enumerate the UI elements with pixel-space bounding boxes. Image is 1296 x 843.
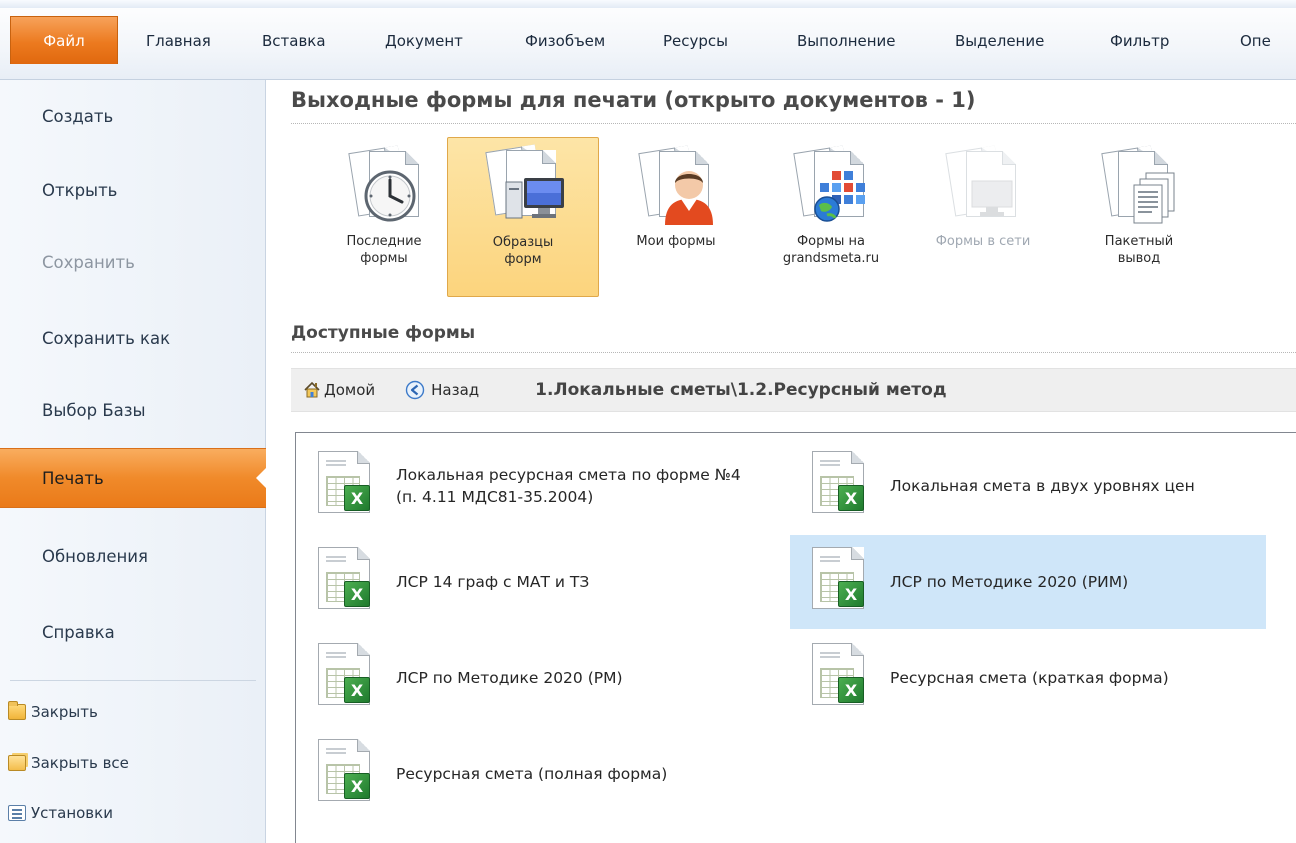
nav-close[interactable]: Закрыть — [8, 697, 98, 727]
form-item[interactable]: X Ресурсная смета (краткая форма) — [790, 631, 1266, 725]
user-icon — [631, 143, 721, 227]
ribbon-top-strip — [0, 0, 1296, 8]
nav-help[interactable]: Справка — [0, 602, 264, 662]
home-link[interactable]: Домой — [303, 381, 375, 399]
active-pointer-notch — [256, 467, 267, 489]
nav-open[interactable]: Открыть — [0, 160, 264, 220]
available-divider — [291, 352, 1296, 353]
excel-file-icon: X — [812, 547, 874, 617]
web-forms-label: Формы на grandsmeta.ru — [782, 234, 880, 266]
web-forms-icon — [786, 143, 876, 227]
nav-settings[interactable]: Установки — [8, 798, 113, 828]
nav-create[interactable]: Создать — [0, 86, 264, 146]
home-link-label: Домой — [324, 381, 376, 399]
excel-file-icon: X — [812, 451, 874, 521]
network-forms-button[interactable]: Формы в сети — [907, 137, 1059, 297]
form-templates-button[interactable]: Образцы форм — [447, 137, 599, 297]
tab-home[interactable]: Главная — [146, 19, 211, 63]
backstage-nav: Создать Открыть Сохранить Сохранить как … — [0, 80, 267, 843]
form-item[interactable]: X Локальная смета в двух уровнях цен — [790, 439, 1266, 533]
nav-separator — [10, 680, 256, 681]
form-templates-label: Образцы форм — [492, 235, 554, 267]
breadcrumb-path: 1.Локальные сметы\1.2.Ресурсный метод — [535, 380, 947, 400]
form-item-name: Ресурсная смета (полная форма) — [396, 765, 668, 783]
recent-clock-icon — [339, 143, 429, 227]
nav-close-label: Закрыть — [31, 703, 98, 721]
form-item[interactable]: X ЛСР 14 граф с МАТ и ТЗ — [296, 535, 772, 629]
batch-output-button[interactable]: Пакетный вывод — [1063, 137, 1215, 297]
back-link[interactable]: Назад — [405, 380, 479, 400]
excel-file-icon: X — [812, 643, 874, 713]
computer-icon — [478, 144, 568, 228]
print-pane: Выходные формы для печати (открыто докум… — [267, 80, 1296, 843]
nav-close-all-label: Закрыть все — [31, 754, 129, 772]
form-item-name: Локальная смета в двух уровнях цен — [890, 477, 1195, 495]
folders-icon — [8, 755, 26, 771]
home-icon — [304, 381, 320, 398]
tab-volume[interactable]: Физобъем — [525, 19, 605, 63]
batch-output-label: Пакетный вывод — [1104, 234, 1174, 266]
form-item-selected[interactable]: X ЛСР по Методике 2020 (РИМ) — [790, 535, 1266, 629]
nav-settings-label: Установки — [31, 804, 113, 822]
form-item-name: ЛСР 14 граф с МАТ и ТЗ — [396, 573, 590, 591]
form-item-name: ЛСР по Методике 2020 (РИМ) — [890, 573, 1129, 591]
nav-select-base[interactable]: Выбор Базы — [0, 380, 264, 440]
nav-save[interactable]: Сохранить — [0, 232, 264, 292]
excel-file-icon: X — [318, 547, 380, 617]
web-forms-button[interactable]: Формы на grandsmeta.ru — [755, 137, 907, 297]
form-item-name: Ресурсная смета (краткая форма) — [890, 669, 1169, 687]
title-divider — [291, 123, 1296, 124]
my-forms-button[interactable]: Мои формы — [600, 137, 752, 297]
nav-save-as[interactable]: Сохранить как — [0, 308, 264, 368]
tab-execution[interactable]: Выполнение — [797, 19, 896, 63]
excel-file-icon: X — [318, 643, 380, 713]
tab-operations[interactable]: Опе — [1240, 19, 1271, 63]
tab-file[interactable]: Файл — [10, 16, 118, 64]
tab-selection[interactable]: Выделение — [955, 19, 1044, 63]
back-link-label: Назад — [431, 381, 480, 399]
nav-print-label: Печать — [42, 468, 104, 488]
batch-pages-icon — [1094, 143, 1184, 227]
form-item-name: Локальная ресурсная смета по форме №4 (п… — [396, 466, 741, 506]
back-arrow-icon — [405, 380, 425, 400]
form-item[interactable]: X ЛСР по Методике 2020 (РМ) — [296, 631, 772, 725]
recent-forms-button[interactable]: Последние формы — [308, 137, 460, 297]
forms-navigation-bar: Домой Назад 1.Локальные сметы\1.2.Ресурс… — [291, 368, 1296, 412]
ribbon-tab-bar: Файл Главная Вставка Документ Физобъем Р… — [0, 0, 1296, 80]
my-forms-label: Мои формы — [636, 234, 716, 249]
nav-close-all[interactable]: Закрыть все — [8, 748, 129, 778]
tab-document[interactable]: Документ — [385, 19, 463, 63]
page-title: Выходные формы для печати (открыто докум… — [291, 88, 976, 112]
excel-file-icon: X — [318, 451, 380, 521]
folder-icon — [8, 701, 26, 720]
nav-print[interactable]: Печать — [0, 448, 267, 508]
network-forms-label: Формы в сети — [935, 234, 1031, 249]
form-item[interactable]: X Локальная ресурсная смета по форме №4 … — [296, 439, 772, 533]
tab-resources[interactable]: Ресурсы — [663, 19, 728, 63]
tab-insert[interactable]: Вставка — [262, 19, 326, 63]
forms-list: X Локальная ресурсная смета по форме №4 … — [295, 432, 1296, 843]
form-item[interactable]: X Ресурсная смета (полная форма) — [296, 727, 772, 821]
nav-updates[interactable]: Обновления — [0, 526, 264, 586]
tab-filter[interactable]: Фильтр — [1110, 19, 1169, 63]
form-item-name: ЛСР по Методике 2020 (РМ) — [396, 669, 623, 687]
settings-icon — [8, 805, 26, 821]
excel-file-icon: X — [318, 739, 380, 809]
available-forms-title: Доступные формы — [291, 323, 476, 343]
recent-forms-label: Последние формы — [346, 234, 422, 266]
network-icon — [938, 143, 1028, 227]
